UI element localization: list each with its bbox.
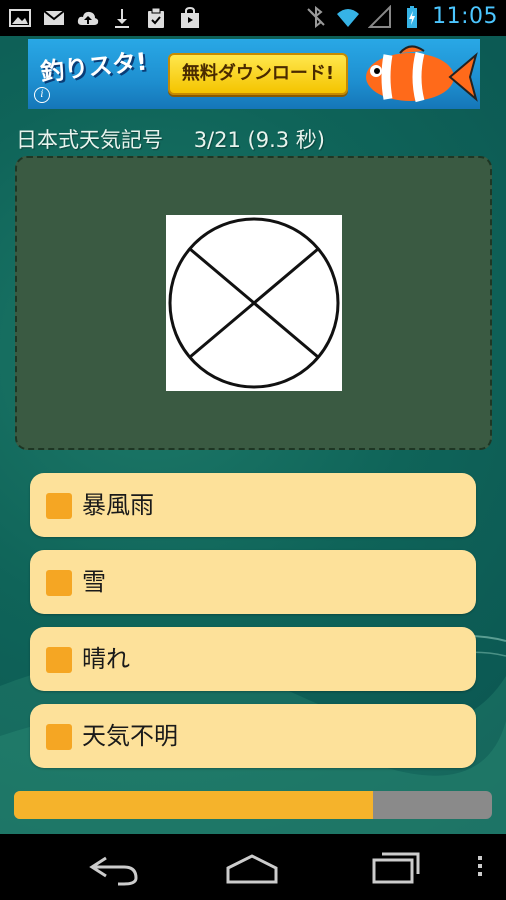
cloud-upload-icon: [77, 11, 99, 25]
store-bag-icon: [181, 6, 199, 28]
choice-option-2[interactable]: 雪: [30, 550, 476, 614]
symbol-panel: [15, 156, 492, 450]
home-icon[interactable]: [222, 846, 282, 886]
choice-checkbox[interactable]: [46, 570, 72, 596]
quiz-title: 日本式天気記号: [16, 128, 163, 152]
ad-banner[interactable]: 釣りスタ! i 無料ダウンロード!: [28, 39, 480, 109]
status-bar: 11:05: [0, 0, 506, 36]
choice-label: 晴れ: [82, 645, 130, 673]
back-icon[interactable]: [84, 846, 144, 886]
clownfish-icon: [366, 45, 478, 103]
choice-checkbox[interactable]: [46, 647, 72, 673]
choice-label: 天気不明: [82, 722, 178, 750]
app-content: 釣りスタ! i 無料ダウンロード! 日本式天気記号 3/21 (9.3 秒) 暴…: [0, 36, 506, 834]
circle-x-weather-icon: [168, 217, 340, 389]
weather-symbol: [166, 215, 342, 391]
wifi-icon: [337, 8, 360, 27]
ad-logo: 釣りスタ!: [39, 47, 149, 87]
choice-label: 雪: [82, 568, 106, 596]
notification-icons: [8, 6, 202, 30]
ad-info-icon[interactable]: i: [34, 87, 50, 103]
choice-checkbox[interactable]: [46, 724, 72, 750]
ad-download-button[interactable]: 無料ダウンロード!: [168, 53, 348, 95]
choice-option-4[interactable]: 天気不明: [30, 704, 476, 768]
quiz-progress: 3/21 (9.3 秒): [193, 128, 325, 152]
choice-option-3[interactable]: 晴れ: [30, 627, 476, 691]
navigation-bar: [0, 834, 506, 900]
quiz-header: 日本式天気記号 3/21 (9.3 秒): [16, 124, 496, 156]
download-icon: [115, 9, 129, 28]
clock: 11:05: [432, 4, 498, 29]
choice-label: 暴風雨: [82, 491, 154, 519]
system-indicators: 11:05: [304, 4, 498, 29]
timer-fill: [14, 791, 373, 819]
recent-apps-icon[interactable]: [368, 846, 424, 886]
choice-checkbox[interactable]: [46, 493, 72, 519]
bluetooth-off-icon: [307, 5, 325, 28]
battery-charging-icon: [407, 5, 418, 28]
choice-option-1[interactable]: 暴風雨: [30, 473, 476, 537]
clipboard-check-icon: [148, 7, 164, 28]
menu-overflow-icon[interactable]: [470, 846, 490, 886]
gallery-icon: [9, 9, 31, 27]
gmail-icon: [43, 10, 65, 25]
timer-bar: [14, 791, 492, 819]
signal-icon: [368, 4, 392, 28]
